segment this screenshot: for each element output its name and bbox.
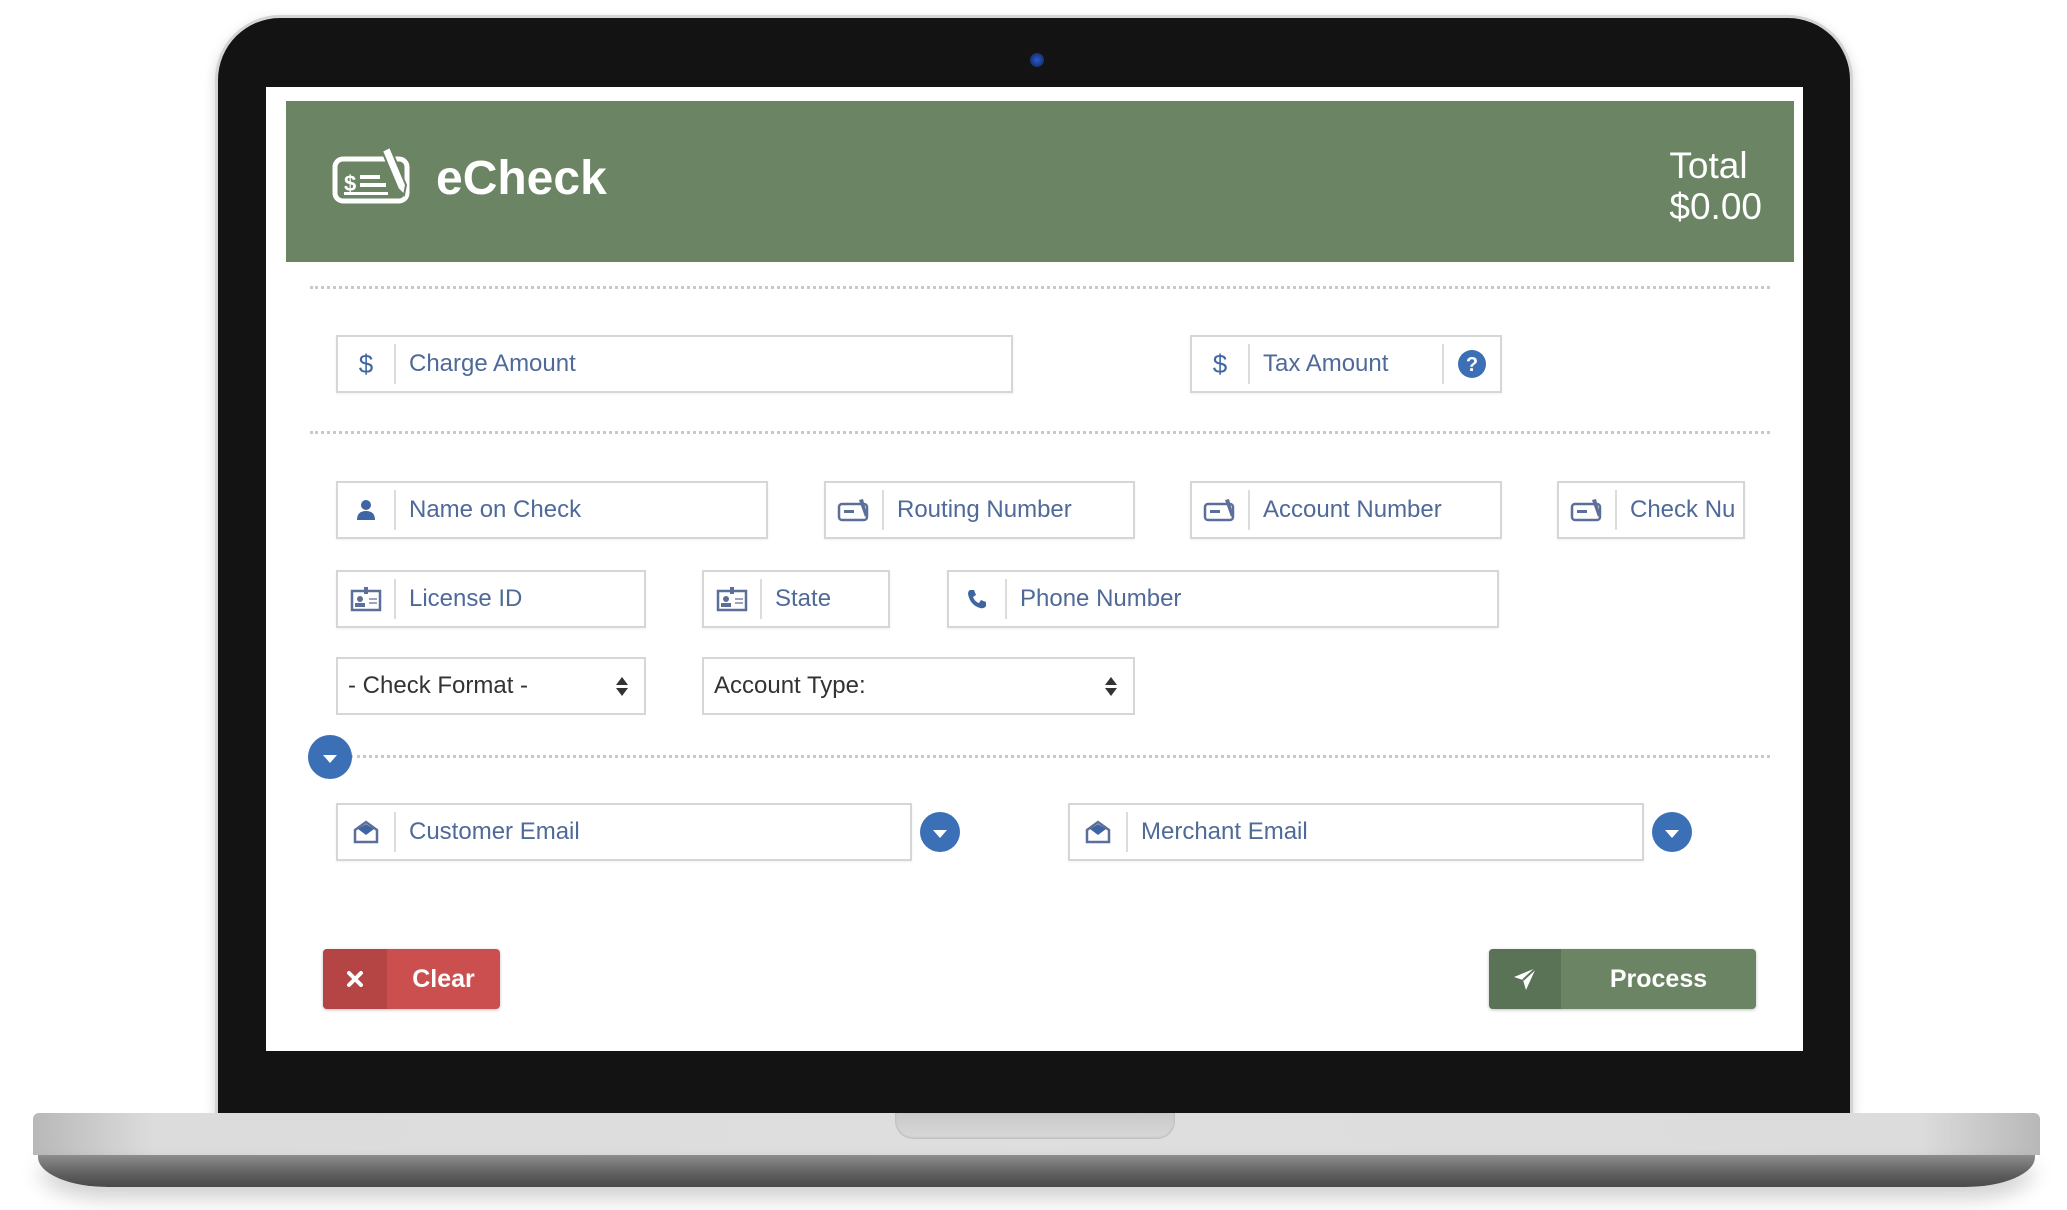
form-header: $ eCheck Total $0.00 <box>286 101 1794 262</box>
dollar-icon: $ <box>1192 344 1250 384</box>
id-card-icon <box>704 579 762 619</box>
dollar-icon: $ <box>338 344 396 384</box>
page-title: eCheck <box>436 152 607 205</box>
select-arrows-icon <box>1105 676 1117 696</box>
account-number-input[interactable]: Account Number <box>1190 481 1502 539</box>
merchant-email-input[interactable]: Merchant Email <box>1068 803 1644 861</box>
phone-number-input[interactable]: Phone Number <box>947 570 1499 628</box>
routing-number-placeholder: Routing Number <box>897 496 1072 523</box>
charge-amount-input[interactable]: $ Charge Amount <box>336 335 1013 393</box>
laptop-notch <box>895 1113 1175 1139</box>
check-icon <box>826 490 884 530</box>
name-on-check-input[interactable]: Name on Check <box>336 481 768 539</box>
divider <box>310 286 1770 289</box>
select-arrows-icon <box>616 676 628 696</box>
license-id-placeholder: License ID <box>409 585 523 612</box>
tax-amount-input[interactable]: $ Tax Amount ? <box>1190 335 1502 393</box>
customer-email-placeholder: Customer Email <box>409 818 580 845</box>
envelope-open-icon <box>1070 812 1128 852</box>
state-placeholder: State <box>775 585 832 612</box>
paper-plane-icon <box>1489 949 1561 1009</box>
divider <box>350 755 1770 758</box>
customer-email-input[interactable]: Customer Email <box>336 803 912 861</box>
svg-text:?: ? <box>1466 354 1478 376</box>
phone-number-placeholder: Phone Number <box>1020 585 1182 612</box>
check-format-select[interactable]: - Check Format - <box>336 657 646 715</box>
total-summary: Total $0.00 <box>1669 145 1762 227</box>
clear-label: Clear <box>412 964 475 993</box>
license-id-input[interactable]: License ID <box>336 570 646 628</box>
check-number-input[interactable]: Check Nu <box>1557 481 1745 539</box>
charge-amount-placeholder: Charge Amount <box>409 350 576 377</box>
phone-icon <box>949 579 1007 619</box>
process-label: Process <box>1609 964 1708 993</box>
envelope-open-icon <box>338 812 396 852</box>
echeck-form: $ eCheck Total $0.00 $ Charge Amount $ T… <box>266 87 1803 1051</box>
divider <box>310 431 1770 434</box>
tax-help-button[interactable]: ? <box>1442 344 1500 384</box>
merchant-email-placeholder: Merchant Email <box>1141 818 1308 845</box>
clear-button[interactable]: Clear <box>323 949 500 1009</box>
process-button[interactable]: Process <box>1489 949 1756 1009</box>
user-icon <box>338 490 396 530</box>
state-input[interactable]: State <box>702 570 890 628</box>
check-format-value: - Check Format - <box>348 672 529 699</box>
routing-number-input[interactable]: Routing Number <box>824 481 1135 539</box>
times-icon <box>323 949 387 1009</box>
laptop-base-bottom <box>38 1155 2035 1187</box>
account-type-select[interactable]: Account Type: <box>702 657 1135 715</box>
account-number-placeholder: Account Number <box>1263 496 1442 523</box>
name-on-check-placeholder: Name on Check <box>409 496 582 523</box>
check-number-placeholder: Check Nu <box>1630 496 1736 523</box>
question-circle-icon: ? <box>1458 350 1486 378</box>
check-icon <box>1559 490 1617 530</box>
merchant-email-dropdown-button[interactable] <box>1652 812 1692 852</box>
check-pen-icon: $ <box>332 145 410 204</box>
total-label: Total <box>1669 145 1748 186</box>
webcam <box>1030 53 1044 67</box>
total-value: $0.00 <box>1669 186 1762 227</box>
tax-amount-placeholder: Tax Amount <box>1263 350 1389 377</box>
id-card-icon <box>338 579 396 619</box>
expand-toggle-button[interactable] <box>308 735 352 779</box>
check-icon <box>1192 490 1250 530</box>
customer-email-dropdown-button[interactable] <box>920 812 960 852</box>
account-type-value: Account Type: <box>714 672 866 699</box>
